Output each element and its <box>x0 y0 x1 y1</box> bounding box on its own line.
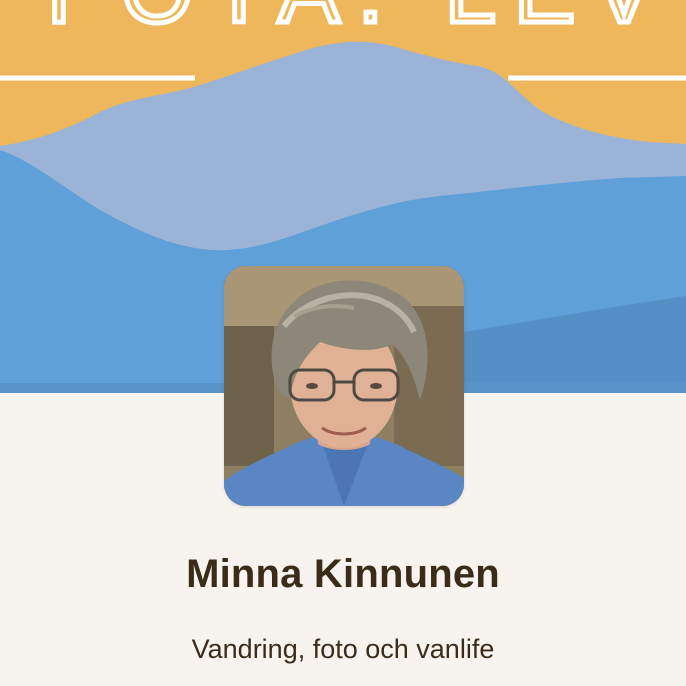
profile-name: Minna Kinnunen <box>186 552 500 596</box>
banner-text: . FOTA. LEV <box>0 0 673 42</box>
profile-avatar <box>224 266 464 506</box>
profile-tagline: Vandring, foto och vanlife <box>191 634 495 664</box>
profile-page: . FOTA. LEV <box>0 0 686 686</box>
